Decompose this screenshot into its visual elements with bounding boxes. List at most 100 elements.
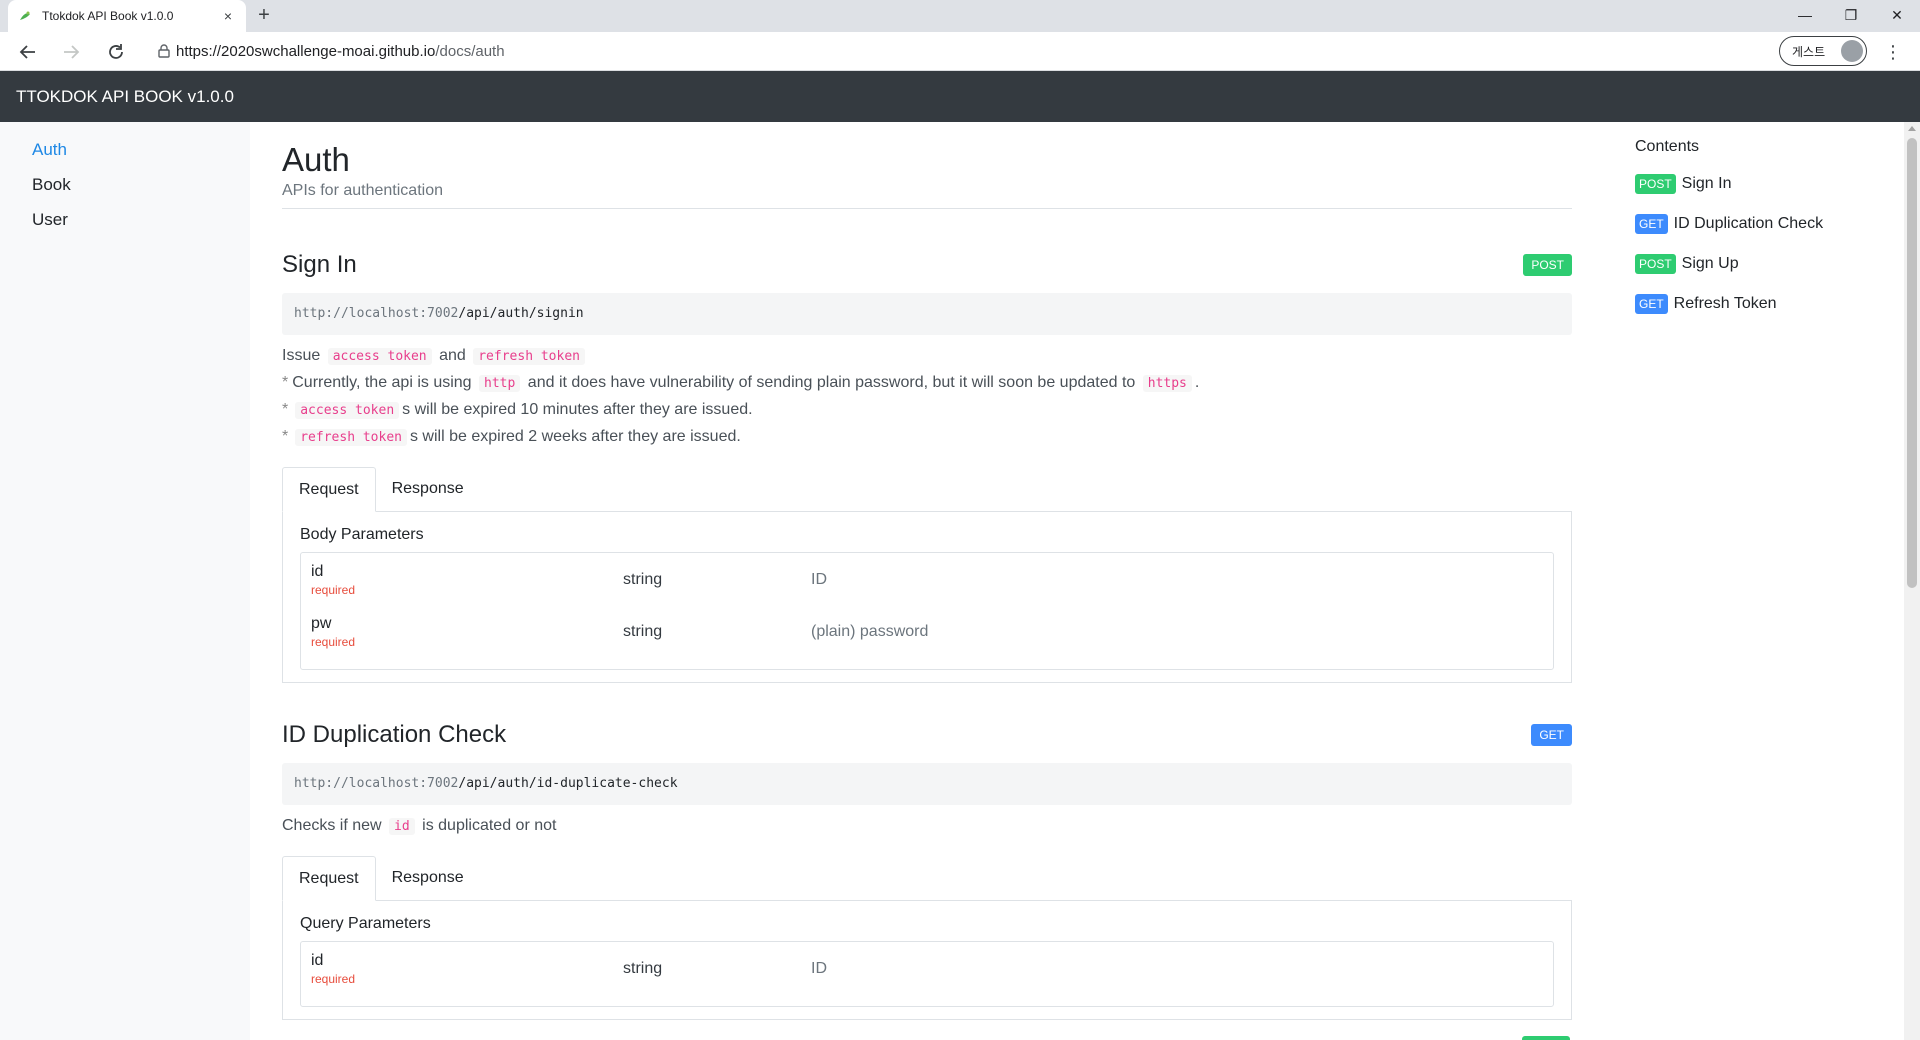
tab-close-icon[interactable]: × bbox=[220, 8, 236, 24]
page-subtitle: APIs for authentication bbox=[282, 182, 1572, 209]
url-route: /api/auth/signin bbox=[458, 306, 584, 321]
tab-response[interactable]: Response bbox=[376, 467, 480, 511]
scroll-up-icon[interactable] bbox=[1908, 126, 1916, 131]
reload-icon bbox=[109, 44, 123, 59]
profile-button[interactable]: 게스트 bbox=[1779, 36, 1867, 66]
param-desc: ID bbox=[811, 960, 827, 977]
scrollbar-thumb[interactable] bbox=[1907, 138, 1917, 588]
sidebar-item-auth[interactable]: Auth bbox=[0, 136, 250, 171]
close-window-button[interactable]: ✕ bbox=[1874, 0, 1920, 30]
restore-button[interactable]: ❐ bbox=[1828, 0, 1874, 30]
api-description: Checks if new id is duplicated or not bbox=[282, 813, 1572, 840]
param-row: id required string ID bbox=[311, 559, 1543, 611]
avatar-icon bbox=[1841, 40, 1863, 62]
method-badge: POST bbox=[1523, 254, 1572, 276]
desc-text: is duplicated or not bbox=[422, 817, 557, 834]
back-arrow-icon bbox=[19, 45, 35, 59]
params-table: id required string ID bbox=[300, 941, 1554, 1007]
panel-title: Body Parameters bbox=[300, 526, 424, 543]
api-sign-in: Sign In POST http://localhost:7002/api/a… bbox=[282, 249, 1572, 683]
kebab-menu-icon[interactable]: ⋮ bbox=[1878, 37, 1908, 67]
toc-item-refresh-token[interactable]: GET Refresh Token bbox=[1635, 284, 1905, 324]
method-badge: GET bbox=[1635, 214, 1668, 234]
method-badge: POST bbox=[1635, 254, 1676, 274]
page-scrollbar[interactable] bbox=[1904, 122, 1920, 1040]
bullet-marker: * bbox=[282, 374, 289, 391]
browser-toolbar: https://2020swchallenge-moai.github.io/d… bbox=[0, 32, 1920, 71]
tab-panel-request: Query Parameters id required string ID bbox=[282, 901, 1572, 1020]
bullet-marker: * bbox=[282, 428, 289, 445]
api-title: Sign In bbox=[282, 251, 357, 278]
profile-label: 게스트 bbox=[1792, 44, 1826, 59]
param-row: pw required string (plain) password bbox=[311, 611, 1543, 663]
main-content: Auth APIs for authentication Sign In POS… bbox=[282, 122, 1572, 1040]
desc-text: and it does have vulnerability of sendin… bbox=[527, 374, 1136, 391]
desc-text: s will be expired 2 weeks after they are… bbox=[409, 428, 741, 445]
method-badge: GET bbox=[1635, 294, 1668, 314]
param-row: id required string ID bbox=[311, 948, 1543, 1000]
api-description: Issue access token and refresh token * Cu… bbox=[282, 343, 1572, 451]
bullet-marker: * bbox=[282, 401, 289, 418]
desc-text: Currently, the api is using bbox=[292, 374, 472, 391]
toc-item-label: ID Duplication Check bbox=[1673, 215, 1824, 232]
navbar-brand[interactable]: TTOKDOK API BOOK v1.0.0 bbox=[16, 87, 234, 106]
param-type: string bbox=[623, 960, 663, 977]
table-of-contents: Contents POST Sign In GET ID Duplication… bbox=[1635, 122, 1905, 324]
inline-code: refresh token bbox=[473, 348, 585, 365]
method-badge: GET bbox=[1531, 724, 1572, 746]
request-response-tabs: Request Response bbox=[282, 467, 1572, 512]
tab-response[interactable]: Response bbox=[376, 856, 480, 900]
new-tab-button[interactable]: + bbox=[252, 4, 276, 28]
url-route: /api/auth/id-duplicate-check bbox=[458, 776, 678, 791]
browser-tab-strip: Ttokdok API Book v1.0.0 × + — ❐ ✕ bbox=[0, 0, 1920, 32]
lock-icon bbox=[158, 44, 170, 58]
forward-arrow-icon bbox=[64, 45, 80, 59]
param-name: id bbox=[311, 952, 324, 969]
tab-title: Ttokdok API Book v1.0.0 bbox=[42, 9, 174, 23]
param-desc: ID bbox=[811, 571, 827, 588]
url-host: https://2020swchallenge-moai.github.io bbox=[176, 42, 436, 60]
param-required: required bbox=[311, 635, 356, 649]
sidebar-item-book[interactable]: Book bbox=[0, 171, 250, 206]
toc-item-label: Sign Up bbox=[1681, 255, 1739, 272]
app-navbar: TTOKDOK API BOOK v1.0.0 bbox=[0, 71, 1920, 122]
browser-tab[interactable]: Ttokdok API Book v1.0.0 × bbox=[8, 0, 246, 32]
url-base: http://localhost:7002 bbox=[294, 776, 459, 791]
inline-code: access token bbox=[295, 402, 400, 419]
toc-item-label: Sign In bbox=[1681, 175, 1732, 192]
param-required: required bbox=[311, 583, 356, 597]
inline-code: access token bbox=[327, 348, 432, 365]
toc-title: Contents bbox=[1635, 138, 1700, 155]
minimize-button[interactable]: — bbox=[1782, 0, 1828, 30]
toc-item-sign-up[interactable]: POST Sign Up bbox=[1635, 244, 1905, 284]
inline-code: refresh token bbox=[295, 429, 407, 446]
toc-item-id-duplication-check[interactable]: GET ID Duplication Check bbox=[1635, 204, 1905, 244]
desc-text: s will be expired 10 minutes after they … bbox=[402, 401, 753, 418]
toc-item-sign-in[interactable]: POST Sign In bbox=[1635, 164, 1905, 204]
api-title: ID Duplication Check bbox=[282, 721, 507, 748]
page-title: Auth bbox=[282, 141, 350, 178]
param-required: required bbox=[311, 972, 356, 986]
desc-text: Checks if new bbox=[282, 817, 382, 834]
reload-button[interactable] bbox=[101, 37, 131, 67]
params-table: id required string ID pw required string… bbox=[300, 552, 1554, 670]
method-badge: POST bbox=[1635, 174, 1676, 194]
inline-code: https bbox=[1142, 375, 1192, 392]
address-bar[interactable]: https://2020swchallenge-moai.github.io/d… bbox=[140, 36, 1770, 66]
param-desc: (plain) password bbox=[811, 623, 929, 640]
favicon-icon bbox=[20, 11, 30, 20]
sidebar-item-user[interactable]: User bbox=[0, 206, 250, 241]
back-button[interactable] bbox=[13, 37, 43, 67]
forward-button[interactable] bbox=[56, 37, 86, 67]
sidebar: Auth Book User bbox=[0, 122, 250, 1040]
param-name: id bbox=[311, 563, 324, 580]
inline-code: http bbox=[479, 375, 521, 392]
endpoint-url: http://localhost:7002/api/auth/signin bbox=[282, 293, 1572, 335]
url-base: http://localhost:7002 bbox=[294, 306, 459, 321]
tab-request[interactable]: Request bbox=[282, 856, 376, 901]
endpoint-url: http://localhost:7002/api/auth/id-duplic… bbox=[282, 763, 1572, 805]
param-type: string bbox=[623, 623, 663, 640]
inline-code: id bbox=[389, 818, 415, 835]
param-type: string bbox=[623, 571, 663, 588]
tab-request[interactable]: Request bbox=[282, 467, 376, 512]
